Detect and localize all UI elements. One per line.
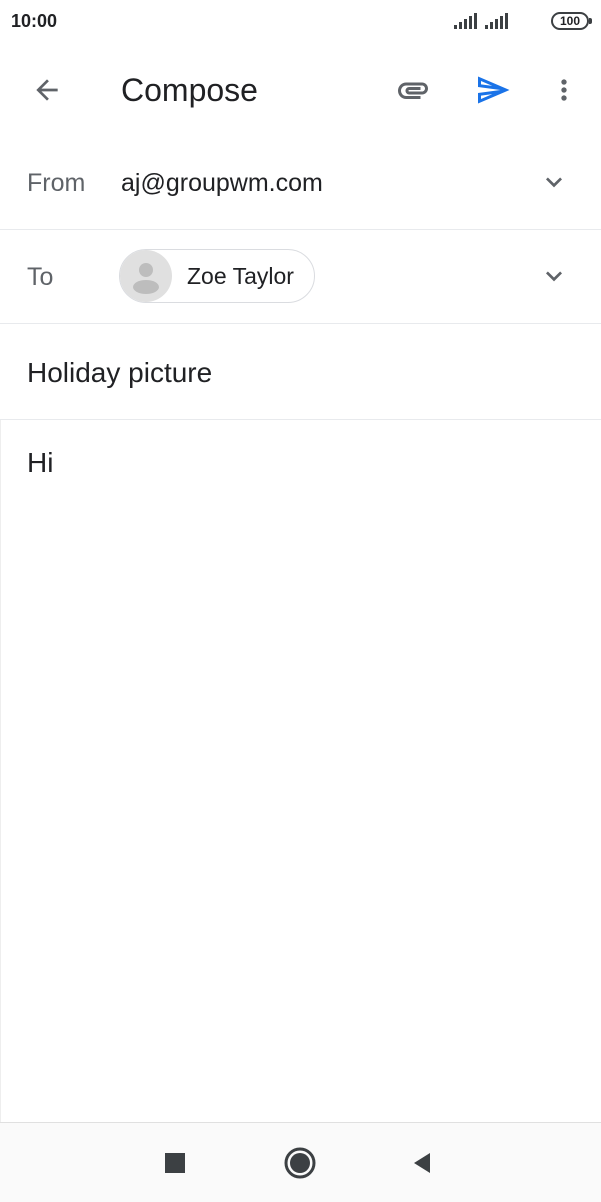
attach-button[interactable] [391, 68, 435, 112]
to-row: To Zoe Taylor [0, 230, 601, 324]
recipient-chip[interactable]: Zoe Taylor [119, 249, 315, 303]
back-button[interactable] [25, 68, 69, 112]
person-icon [133, 263, 159, 294]
subject-row: Holiday picture [0, 324, 601, 420]
signal-strength-icon [454, 13, 477, 29]
system-nav-bar [0, 1122, 601, 1202]
subject-input[interactable]: Holiday picture [27, 357, 212, 389]
from-account[interactable]: aj@groupwm.com [121, 169, 323, 198]
recents-button[interactable] [155, 1143, 195, 1183]
avatar [120, 250, 172, 302]
status-time: 10:00 [11, 11, 58, 31]
more-vert-icon [561, 79, 567, 101]
send-button[interactable] [471, 68, 515, 112]
battery-indicator: 100 [551, 12, 592, 30]
to-label: To [27, 263, 54, 291]
back-triangle-icon [414, 1153, 430, 1173]
more-options-button[interactable] [544, 68, 584, 112]
from-label: From [27, 169, 86, 197]
home-circle-icon [284, 1147, 316, 1179]
arrow-back-icon [36, 79, 58, 101]
recents-square-icon [165, 1153, 185, 1173]
app-bar: Compose [0, 44, 601, 136]
page-title: Compose [121, 72, 258, 108]
status-bar: 10:00 100 [0, 0, 601, 44]
signal-strength-2-icon [485, 13, 508, 29]
chevron-down-icon [546, 177, 562, 188]
recipient-name: Zoe Taylor [187, 262, 294, 289]
home-button[interactable] [280, 1143, 320, 1183]
chevron-down-icon [546, 271, 562, 282]
to-expand-button[interactable] [536, 258, 572, 294]
paperclip-icon [398, 82, 428, 99]
back-nav-button[interactable] [402, 1143, 442, 1183]
from-expand-button[interactable] [536, 164, 572, 200]
from-row: From aj@groupwm.com [0, 136, 601, 230]
send-icon [478, 76, 510, 104]
body-editor[interactable] [0, 420, 601, 1122]
body-text[interactable]: Hi [27, 447, 53, 479]
